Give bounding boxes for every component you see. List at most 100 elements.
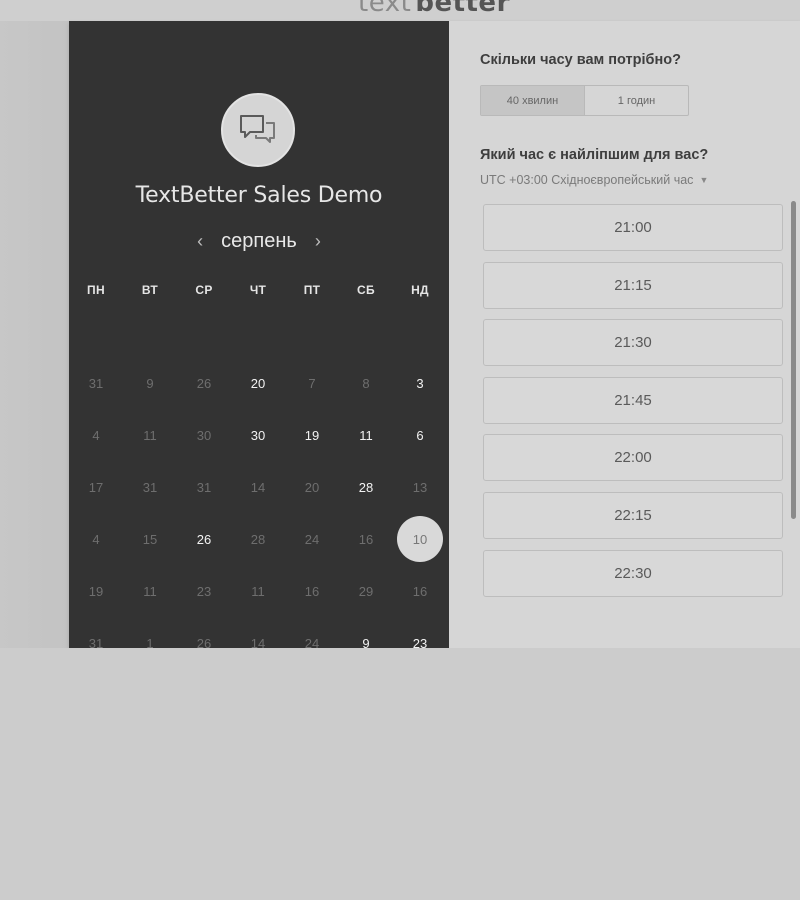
- calendar-day-number: 24: [304, 635, 320, 649]
- calendar-day-number: 4: [92, 427, 100, 443]
- calendar-day-number: 6: [416, 427, 424, 443]
- calendar-day: 26: [177, 619, 231, 649]
- calendar-day: 31: [69, 619, 123, 649]
- calendar-day[interactable]: 11: [339, 411, 393, 459]
- calendar-week-row: 19 11 23 11 16 29 16: [69, 565, 449, 617]
- chevron-left-icon[interactable]: ‹: [193, 231, 207, 252]
- calendar-day: 30: [177, 411, 231, 459]
- textbetter-logo: text better: [358, 0, 510, 18]
- calendar-day-number: 28: [358, 479, 374, 495]
- scheduler-widget: TextBetter Sales Demo ‹ серпень › ПН ВТ …: [69, 21, 800, 648]
- calendar-day[interactable]: 30: [231, 411, 285, 459]
- weekday-label: СР: [195, 283, 213, 297]
- calendar-day-number: 16: [412, 583, 428, 599]
- timezone-selector[interactable]: UTC +03:00 Східноєвропейський час ▼: [480, 173, 708, 187]
- calendar-day-number: 11: [251, 583, 265, 599]
- calendar-day: 31: [69, 359, 123, 407]
- calendar-day-number: 31: [196, 479, 212, 495]
- calendar-day-number: 4: [92, 531, 100, 547]
- calendar-day[interactable]: 9: [339, 619, 393, 649]
- calendar-day[interactable]: 20: [231, 359, 285, 407]
- scrollbar[interactable]: [791, 201, 796, 519]
- time-slot[interactable]: 21:45: [483, 376, 783, 424]
- calendar-day[interactable]: 19: [285, 411, 339, 459]
- time-slot-list: 21:00 21:15 21:30 21:45 22:00 22:15 22:30: [483, 204, 785, 600]
- calendar-day: 14: [231, 619, 285, 649]
- duration-option-40[interactable]: 40 хвилин: [481, 86, 585, 115]
- time-question: Який час є найліпшим для вас?: [480, 147, 709, 163]
- time-slot[interactable]: 22:15: [483, 491, 783, 539]
- calendar-day: 16: [285, 567, 339, 615]
- calendar-day-number: 23: [196, 583, 212, 599]
- calendar-day-number: 1: [146, 635, 154, 649]
- logo-text-bold: better: [415, 0, 510, 18]
- calendar-day: 28: [231, 515, 285, 563]
- weekday-label: ПТ: [303, 283, 321, 297]
- time-slot[interactable]: 22:30: [483, 549, 783, 597]
- booking-panel: Скільки часу вам потрібно? 40 хвилин 1 г…: [449, 21, 800, 648]
- calendar-week-row: 4 15 26 28 24 16 10: [69, 513, 449, 565]
- calendar-day-number: 28: [250, 531, 266, 547]
- calendar-day-number: 26: [196, 635, 212, 649]
- calendar-day: 16: [393, 567, 447, 615]
- calendar-day: 24: [285, 619, 339, 649]
- calendar-day-number: 31: [142, 479, 158, 495]
- chat-bubbles-icon: [240, 115, 275, 143]
- avatar: [221, 93, 295, 167]
- calendar-day: 11: [123, 411, 177, 459]
- calendar-day-number: 9: [362, 635, 370, 649]
- time-slot[interactable]: 21:30: [483, 319, 783, 367]
- time-slot[interactable]: 22:00: [483, 434, 783, 482]
- page-background: [0, 648, 800, 900]
- calendar-day: 29: [339, 567, 393, 615]
- time-slot[interactable]: 21:15: [483, 261, 783, 309]
- time-slot[interactable]: 21:00: [483, 204, 783, 251]
- top-bar: text better: [0, 0, 800, 21]
- weekday-label: НД: [411, 283, 429, 297]
- calendar-day[interactable]: 28: [339, 463, 393, 511]
- selected-date[interactable]: 10: [393, 515, 447, 563]
- duration-selector: 40 хвилин 1 годин: [480, 85, 689, 116]
- month-label: серпень: [221, 229, 297, 252]
- calendar-day-number: 11: [143, 583, 157, 599]
- calendar-grid: 31 9 26 20 7 8 3 4 11 30 30 19 11 6 17 31 31 14 20 28 13 4 15 2…: [69, 357, 449, 648]
- calendar-day: 20: [285, 463, 339, 511]
- calendar-day-number: 20: [250, 375, 266, 391]
- calendar-day: 9: [123, 359, 177, 407]
- calendar-week-row: 31 1 26 14 24 9 23: [69, 617, 449, 649]
- calendar-day: 17: [69, 463, 123, 511]
- calendar-day[interactable]: 3: [393, 359, 447, 407]
- calendar-day-number: 16: [304, 583, 320, 599]
- calendar-day-number: 11: [359, 427, 373, 443]
- calendar-day-number: 11: [143, 427, 157, 443]
- calendar-day-number: 15: [142, 531, 158, 547]
- calendar-day-number: 26: [196, 375, 212, 391]
- duration-question: Скільки часу вам потрібно?: [480, 52, 681, 68]
- calendar-day: 11: [231, 567, 285, 615]
- calendar-day-number: 3: [416, 375, 424, 391]
- calendar-day[interactable]: 26: [177, 515, 231, 563]
- weekday-label: ЧТ: [249, 283, 267, 297]
- calendar-week-row: 4 11 30 30 19 11 6: [69, 409, 449, 461]
- calendar-day: 31: [177, 463, 231, 511]
- calendar-panel: TextBetter Sales Demo ‹ серпень › ПН ВТ …: [69, 21, 449, 648]
- calendar-day[interactable]: 6: [393, 411, 447, 459]
- calendar-day-number: 30: [196, 427, 212, 443]
- calendar-day-number: 23: [412, 635, 428, 649]
- calendar-day: 11: [123, 567, 177, 615]
- chevron-right-icon[interactable]: ›: [311, 231, 325, 252]
- calendar-day: 7: [285, 359, 339, 407]
- timezone-label: UTC +03:00 Східноєвропейський час: [480, 173, 694, 187]
- calendar-day-number: 19: [304, 427, 320, 443]
- calendar-day-number: 17: [88, 479, 104, 495]
- calendar-day-number: 10: [397, 516, 443, 562]
- calendar-day: 4: [69, 515, 123, 563]
- calendar-day-number: 24: [304, 531, 320, 547]
- calendar-day: 31: [123, 463, 177, 511]
- calendar-day: 1: [123, 619, 177, 649]
- calendar-day[interactable]: 23: [393, 619, 447, 649]
- duration-option-60[interactable]: 1 годин: [585, 86, 688, 115]
- weekday-label: ВТ: [141, 283, 159, 297]
- calendar-day: 19: [69, 567, 123, 615]
- calendar-week-row: 17 31 31 14 20 28 13: [69, 461, 449, 513]
